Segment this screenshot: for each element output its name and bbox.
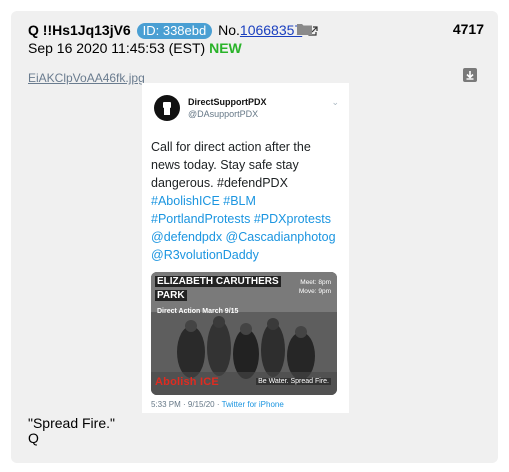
tweet-text: Call for direct action after the news to… bbox=[151, 138, 346, 264]
post-header: Q !!Hs1Jq13jV6 ID: 338ebd No.10668357 bbox=[28, 22, 318, 39]
folder-icon[interactable] bbox=[297, 23, 312, 35]
flyer-title: ELIZABETH CARUTHERS bbox=[155, 276, 281, 287]
flyer-meet-time: Meet: 8pm bbox=[300, 279, 331, 286]
poster-id-badge[interactable]: ID: 338ebd bbox=[136, 23, 213, 39]
tweet-time: 5:33 PM · 9/15/20 · bbox=[151, 400, 222, 409]
tweet-screenshot[interactable]: DirectSupportPDX @DAsupportPDX ⌄ Call fo… bbox=[142, 83, 349, 413]
flyer-move-time: Move: 9pm bbox=[298, 288, 331, 295]
tweet-hashtags[interactable]: #PortlandProtests #PDXprotests bbox=[151, 210, 346, 228]
message-signature: Q bbox=[28, 430, 39, 446]
tweet-flyer-image: ELIZABETH CARUTHERS PARK Direct Action M… bbox=[151, 272, 337, 395]
flyer-event: Direct Action March 9/15 bbox=[157, 308, 239, 315]
post-container: Q !!Hs1Jq13jV6 ID: 338ebd No.10668357 47… bbox=[11, 11, 498, 463]
attachment-filename[interactable]: EiAKClpVoAA46fk.jpg bbox=[28, 71, 145, 85]
raised-fist-icon bbox=[163, 102, 171, 115]
poster-tripcode: Q !!Hs1Jq13jV6 bbox=[28, 22, 131, 38]
new-badge: NEW bbox=[209, 40, 242, 56]
tweet-line: Call for direct action after the bbox=[151, 140, 311, 154]
tweet-client-link[interactable]: Twitter for iPhone bbox=[222, 400, 284, 409]
flyer-abolish-text: Abolish ICE bbox=[155, 376, 219, 388]
flyer-title-2: PARK bbox=[155, 290, 187, 301]
chevron-down-icon: ⌄ bbox=[331, 97, 339, 107]
tweet-author-handle: @DAsupportPDX bbox=[188, 109, 259, 119]
tweet-line: news today. Stay safe stay bbox=[151, 158, 299, 172]
tweet-hashtags[interactable]: #AbolishICE #BLM bbox=[151, 192, 346, 210]
download-icon[interactable] bbox=[463, 68, 477, 82]
tweet-meta: 5:33 PM · 9/15/20 · Twitter for iPhone bbox=[151, 400, 284, 409]
avatar bbox=[154, 95, 180, 121]
tweet-mentions[interactable]: @R3volutionDaddy bbox=[151, 246, 346, 264]
flyer-times: Meet: 8pm Move: 9pm bbox=[299, 278, 331, 296]
tweet-line: dangerous. #defendPDX bbox=[151, 176, 288, 190]
post-timestamp: Sep 16 2020 11:45:53 (EST) bbox=[28, 40, 206, 56]
post-number-link[interactable]: 10668357 bbox=[240, 22, 302, 38]
message-line: "Spread Fire." bbox=[28, 415, 115, 431]
post-message: "Spread Fire." Q bbox=[28, 416, 115, 446]
post-count: 4717 bbox=[452, 21, 484, 37]
post-date-row: Sep 16 2020 11:45:53 (EST) NEW bbox=[28, 40, 242, 56]
tweet-mentions[interactable]: @defendpdx @Cascadianphotog bbox=[151, 228, 346, 246]
flyer-tagline: Be Water. Spread Fire. bbox=[256, 378, 331, 385]
post-no-prefix: No. bbox=[218, 22, 240, 38]
tweet-author-name: DirectSupportPDX bbox=[188, 97, 267, 107]
